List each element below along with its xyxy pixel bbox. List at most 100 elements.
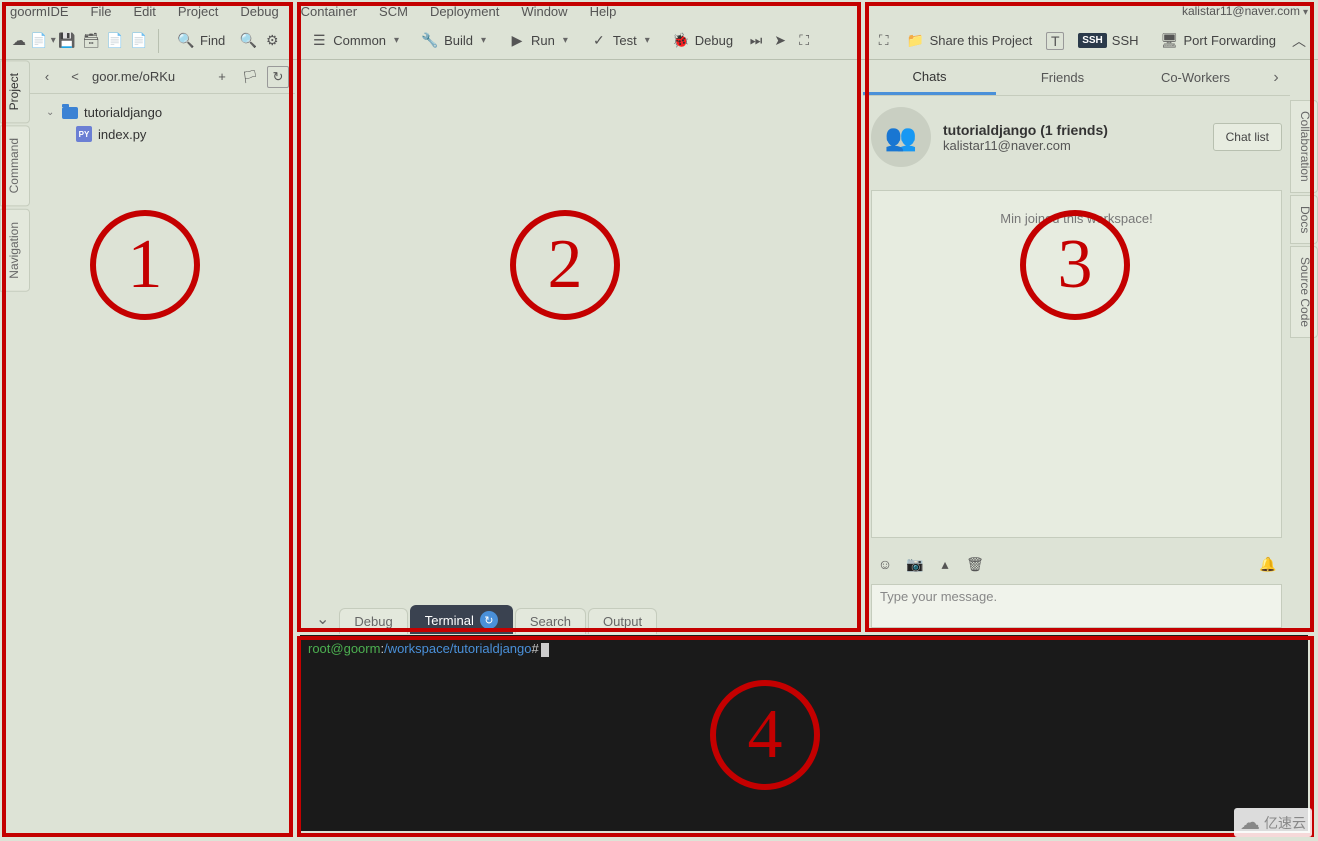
collapse-icon[interactable]: ‹ (36, 66, 58, 88)
app-name: goormIDE (10, 4, 69, 19)
menu-container[interactable]: Container (301, 4, 357, 19)
terminal[interactable]: root@goorm:/workspace/tutorialdjango# (300, 635, 1308, 831)
doc2-icon[interactable]: 📄 (130, 32, 148, 50)
monitor-icon: 🖥 (1161, 32, 1179, 50)
chat-next-icon[interactable]: › (1262, 60, 1290, 95)
tab-coworkers[interactable]: Co-Workers (1129, 60, 1262, 95)
terminal-prompt: # (532, 641, 539, 656)
port-forwarding-button[interactable]: 🖥Port Forwarding (1153, 28, 1284, 54)
send-icon[interactable]: ➤ (771, 32, 789, 50)
watermark-text: 亿速云 (1264, 813, 1306, 833)
chat-header: 👥 tutorialdjango (1 friends) kalistar11@… (871, 102, 1282, 172)
menu-deployment[interactable]: Deployment (430, 4, 499, 19)
terminal-sync-icon: ↻ (480, 611, 498, 629)
search-icon: 🔍 (177, 32, 195, 50)
expand-icon[interactable]: ⛶ (795, 32, 813, 50)
chat-status-message: Min joined this workspace! (1000, 211, 1152, 226)
refresh-icon[interactable]: ↻ (267, 66, 289, 88)
trash-icon[interactable]: 🗑 (965, 554, 985, 574)
project-url: goor.me/oRKu (92, 69, 205, 84)
file-tree: ⌄ tutorialdjango PY index.py (30, 94, 295, 153)
panel-chevron-icon[interactable]: ⌄ (308, 604, 337, 634)
cloud-logo-icon: ☁ (1240, 810, 1260, 835)
project-pane: Project Command Navigation ‹ < goor.me/o… (0, 60, 295, 841)
chat-messages: Min joined this workspace! (871, 190, 1282, 538)
emoji-icon[interactable]: ☺ (875, 554, 895, 574)
replace-icon[interactable]: 🔍 (239, 32, 257, 50)
text-icon[interactable]: T (1046, 32, 1064, 50)
avatar: 👥 (871, 107, 931, 167)
sidebar-tab-project[interactable]: Project (0, 60, 30, 123)
folder-name: tutorialdjango (84, 105, 162, 120)
caret-up-icon[interactable]: ▴ (935, 554, 955, 574)
project-url-bar: ‹ < goor.me/oRKu + 🏳 ↻ (30, 60, 295, 94)
chat-toolbar: ☺ 📷 ▴ 🗑 🔔 (871, 548, 1282, 580)
sidebar-tab-command[interactable]: Command (0, 125, 30, 206)
chat-room-email: kalistar11@naver.com (943, 138, 1201, 153)
toolbar: ☁ 📄 💾 🗃 📄 📄 🔍Find 🔍 ⚙ ☰Common 🔧Build ▶Ru… (0, 22, 1318, 60)
find-button[interactable]: 🔍Find (169, 28, 233, 54)
debug-button[interactable]: 🐞Debug (664, 28, 741, 54)
tab-debug[interactable]: Debug (339, 608, 407, 634)
wrench-icon: 🔧 (421, 32, 439, 50)
watermark: ☁ 亿速云 (1234, 808, 1312, 837)
build-dropdown[interactable]: 🔧Build (413, 28, 494, 54)
new-file-icon[interactable]: 📄 (34, 32, 52, 50)
test-dropdown[interactable]: ✓Test (582, 28, 658, 54)
save-icon[interactable]: 💾 (58, 32, 76, 50)
chevron-down-icon: ⌄ (46, 107, 56, 118)
ssh-button[interactable]: SSHSSH (1070, 29, 1146, 52)
sidebar-tab-navigation[interactable]: Navigation (0, 209, 30, 292)
bottom-tabs: ⌄ Debug Terminal↻ Search Output (300, 604, 1318, 634)
terminal-path: /workspace/tutorialdjango (384, 641, 531, 656)
common-dropdown[interactable]: ☰Common (302, 28, 407, 54)
editor-pane (295, 60, 863, 636)
settings-icon[interactable]: ⚙ (263, 32, 281, 50)
tree-file[interactable]: PY index.py (36, 123, 289, 145)
share-project-button[interactable]: 📁Share this Project (899, 28, 1041, 54)
side-tab-collaboration[interactable]: Collaboration (1290, 100, 1318, 193)
tree-folder[interactable]: ⌄ tutorialdjango (36, 102, 289, 123)
cloud-icon[interactable]: ☁ (10, 32, 28, 50)
bell-icon[interactable]: 🔔 (1258, 554, 1278, 574)
menu-window[interactable]: Window (521, 4, 567, 19)
menu-edit[interactable]: Edit (133, 4, 155, 19)
terminal-cursor (541, 643, 549, 657)
menu-debug[interactable]: Debug (240, 4, 278, 19)
folder-icon (62, 107, 78, 119)
terminal-user: root@goorm (308, 641, 380, 656)
menu-project[interactable]: Project (178, 4, 218, 19)
run-dropdown[interactable]: ▶Run (500, 28, 576, 54)
tab-search[interactable]: Search (515, 608, 586, 634)
folder-flag-icon[interactable]: 🏳 (239, 66, 261, 88)
side-tab-docs[interactable]: Docs (1290, 195, 1318, 244)
chat-room-name: tutorialdjango (1 friends) (943, 122, 1201, 138)
step-icon[interactable]: ⏭ (747, 32, 765, 50)
python-file-icon: PY (76, 126, 92, 142)
tab-terminal[interactable]: Terminal↻ (410, 605, 513, 634)
menu-help[interactable]: Help (590, 4, 617, 19)
list-icon: ☰ (310, 32, 328, 50)
check-icon: ✓ (590, 32, 608, 50)
play-icon: ▶ (508, 32, 526, 50)
doc-icon[interactable]: 📄 (106, 32, 124, 50)
add-icon[interactable]: + (211, 66, 233, 88)
file-name: index.py (98, 127, 146, 142)
fullscreen-icon[interactable]: ⛶ (875, 32, 893, 50)
tab-chats[interactable]: Chats (863, 60, 996, 95)
side-tab-source-code[interactable]: Source Code (1290, 246, 1318, 338)
menu-file[interactable]: File (91, 4, 112, 19)
menu-bar: goormIDE File Edit Project Debug Contain… (0, 0, 1318, 22)
menu-scm[interactable]: SCM (379, 4, 408, 19)
chat-tabs: Chats Friends Co-Workers › (863, 60, 1290, 96)
share-url-icon[interactable]: < (64, 66, 86, 88)
chevron-up-icon[interactable]: ︿ (1290, 32, 1308, 50)
save-all-icon[interactable]: 🗃 (82, 32, 100, 50)
bug-icon: 🐞 (672, 32, 690, 50)
tab-output[interactable]: Output (588, 608, 657, 634)
tab-friends[interactable]: Friends (996, 60, 1129, 95)
user-menu[interactable]: kalistar11@naver.com (1182, 4, 1308, 18)
share-icon: 📁 (907, 32, 925, 50)
chat-list-button[interactable]: Chat list (1213, 123, 1282, 151)
attach-file-icon[interactable]: 📷 (905, 554, 925, 574)
